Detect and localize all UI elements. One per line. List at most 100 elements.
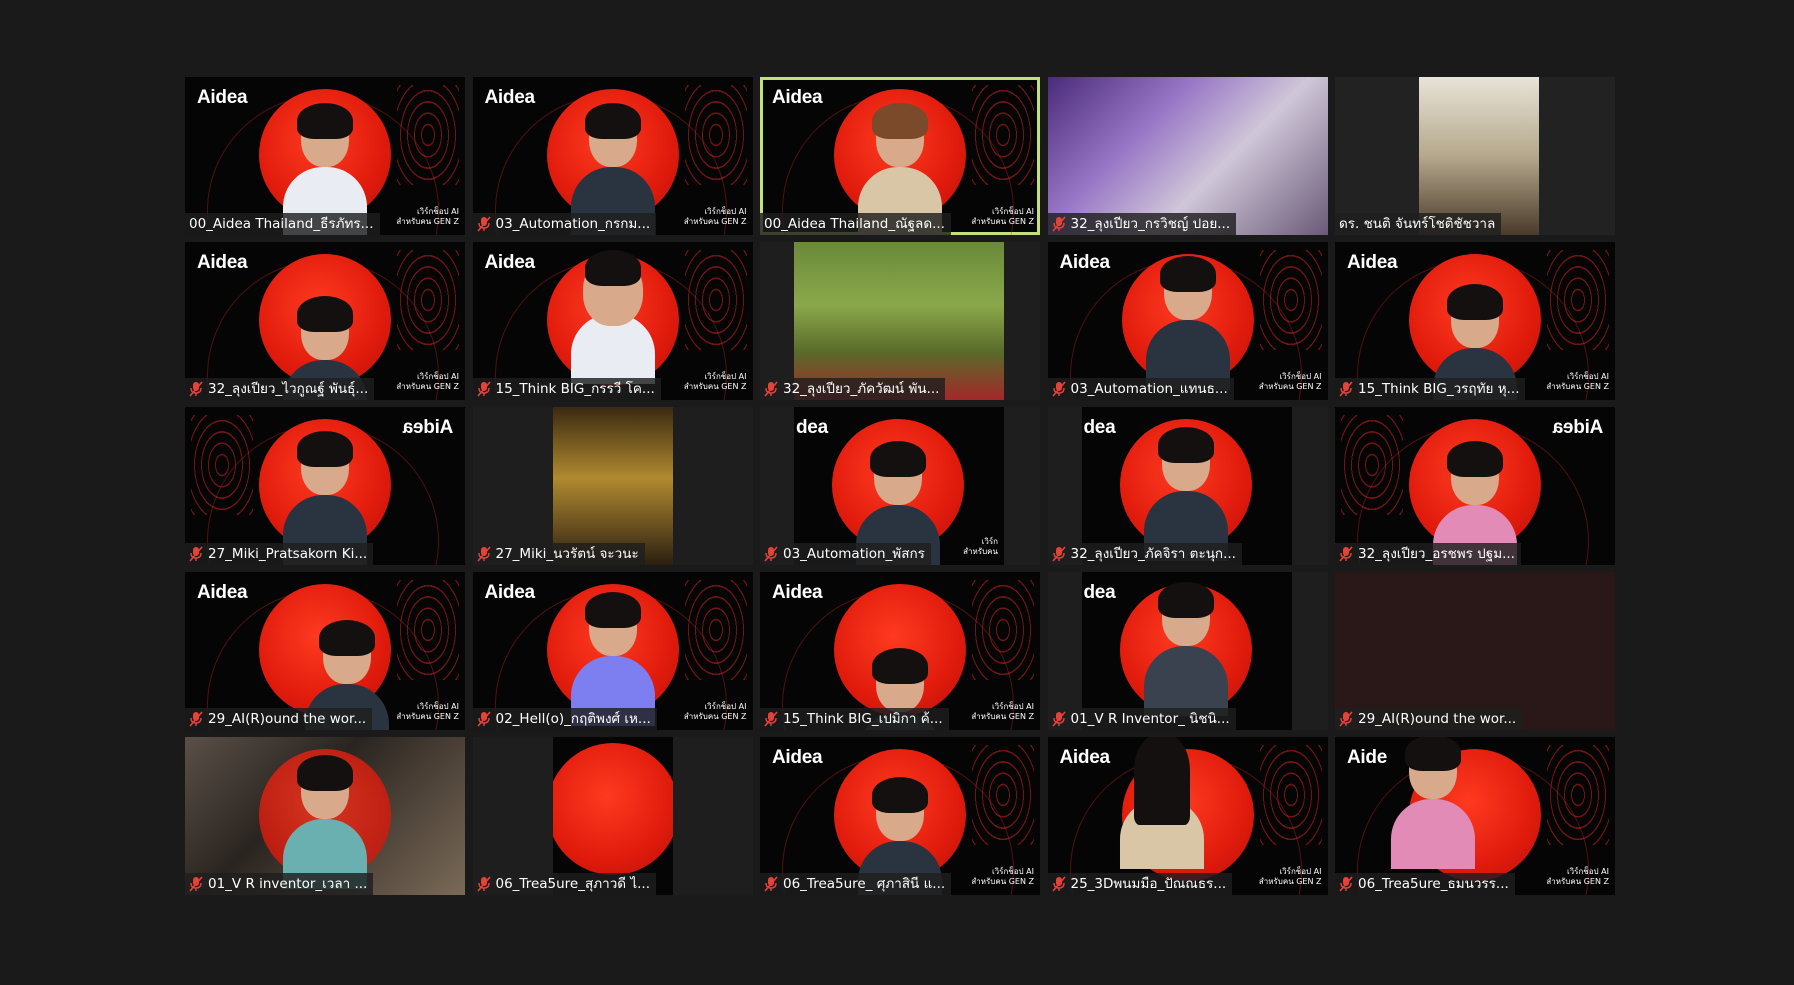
background-tagline: เวิร์กช็อป AI สำหรับคน GEN Z (683, 207, 747, 226)
participant-video (1145, 256, 1230, 390)
muted-microphone-icon (1052, 711, 1066, 727)
participant-tile[interactable]: Aidea เวิร์กช็อป AI สำหรับคน GEN Z 15_Thi… (472, 242, 753, 400)
muted-microphone-icon (1339, 711, 1353, 727)
participant-name-label: 29_AI(R)ound the wor... (1335, 708, 1523, 730)
aidea-logo: Aidea (197, 87, 248, 108)
participant-tile[interactable]: Aidea เวิร์กช็อป AI สำหรับคน GEN Z 25_3Dพ… (1047, 737, 1328, 895)
background-tagline: เวิร์กช็อป AI สำหรับคน GEN Z (396, 372, 459, 391)
participant-tile[interactable]: 32_ลุงเปียว_ภัควัฒน์ พัน... (760, 242, 1040, 400)
muted-microphone-icon (477, 876, 491, 892)
participant-tile[interactable]: Aidea เวิร์กช็อป AI สำหรับคน GEN Z 00_Aid… (185, 77, 465, 235)
participant-name-label: 03_Automation_กรกม... (472, 213, 657, 235)
participant-tile[interactable]: dea 32_ลุงเปียว_ภัคจิรา ตะนุก... (1047, 407, 1328, 565)
camera-feed: dea เวิร์ก สำหรับคน (794, 407, 1004, 565)
background-tagline: เวิร์กช็อป AI สำหรับคน GEN Z (683, 702, 747, 721)
participant-name-label: 32_ลุงเปียว_ภัคจิรา ตะนุก... (1047, 543, 1242, 565)
muted-microphone-icon (189, 711, 203, 727)
muted-microphone-icon (764, 381, 778, 397)
participant-name-label: 32_ลุงเปียว_ไวกูณฐ์ พันธุ์... (185, 378, 375, 400)
participant-video (1143, 582, 1228, 716)
participant-name-label: 01_V R Inventor_ นิชนิ... (1047, 708, 1236, 730)
muted-microphone-icon (189, 381, 203, 397)
participant-name-label: 01_V R inventor_เวลา ... (185, 873, 374, 895)
participant-name-label: 32_ลุงเปียว_กรวิชญ์ ปอย... (1047, 213, 1237, 235)
participant-name-label: 27_Miki_นวรัตน์ จะวนะ (472, 543, 645, 565)
aidea-logo: Aidea (1059, 747, 1111, 768)
participant-name-label: 06_Trea5ure_ ศุภาสินี แ... (760, 873, 952, 895)
background-rings (972, 745, 1034, 845)
participant-tile[interactable]: dea เวิร์ก สำหรับคน 03_Automation_พัสกร (760, 407, 1040, 565)
background-rings (1259, 745, 1322, 845)
background-tagline: เวิร์กช็อป AI สำหรับคน GEN Z (683, 372, 747, 391)
participant-tile[interactable]: Aidea เวิร์กช็อป AI สำหรับคน GEN Z 32_ลุง… (185, 242, 465, 400)
participant-tile[interactable]: dea 01_V R Inventor_ นิชนิ... (1047, 572, 1328, 730)
participant-tile[interactable]: Aidea 27_Miki_Pratsakorn Ki... (185, 407, 465, 565)
gallery-view-grid: Aidea เวิร์กช็อป AI สำหรับคน GEN Z 00_Aid… (185, 77, 1615, 895)
participant-name-label: 32_ลุงเปียว_ภัควัฒน์ พัน... (760, 378, 946, 400)
muted-microphone-icon (1339, 546, 1353, 562)
participant-tile[interactable]: Aidea เวิร์กช็อป AI สำหรับคน GEN Z 03_Aut… (472, 77, 753, 235)
participant-name-label: 06_Trea5ure_สุภาวดี ไ... (472, 873, 656, 895)
background-rings (1547, 745, 1609, 845)
participant-tile-active-speaker[interactable]: Aidea เวิร์กช็อป AI สำหรับคน GEN Z 00_Aid… (760, 77, 1040, 235)
background-rings (684, 580, 747, 680)
aidea-logo: Aidea (197, 252, 248, 273)
participant-tile[interactable]: 27_Miki_นวรัตน์ จะวนะ (472, 407, 753, 565)
background-tagline: เวิร์กช็อป AI สำหรับคน GEN Z (971, 702, 1034, 721)
participant-name-label: 00_Aidea Thailand_ณัฐลด... (760, 213, 951, 235)
muted-microphone-icon (1052, 546, 1066, 562)
background-tagline: เวิร์กช็อป AI สำหรับคน GEN Z (396, 207, 459, 226)
aidea-logo: Aidea (402, 417, 453, 438)
participant-tile[interactable]: 01_V R inventor_เวลา ... (185, 737, 465, 895)
participant-tile[interactable]: 32_ลุงเปียว_กรวิชญ์ ปอย... (1047, 77, 1328, 235)
participant-tile[interactable]: Aidea เวิร์กช็อป AI สำหรับคน GEN Z 15_Thi… (760, 572, 1040, 730)
participant-tile[interactable]: Aidea เวิร์กช็อป AI สำหรับคน GEN Z 03_Aut… (1047, 242, 1328, 400)
background-tagline: เวิร์กช็อป AI สำหรับคน GEN Z (1258, 372, 1322, 391)
muted-microphone-icon (1052, 216, 1066, 232)
background-red-circle (552, 743, 673, 875)
participant-tile[interactable]: Aidea เวิร์กช็อป AI สำหรับคน GEN Z 02_Hel… (472, 572, 753, 730)
background-rings (972, 85, 1034, 185)
background-rings (397, 250, 459, 350)
camera-feed (1047, 77, 1328, 235)
participant-tile[interactable]: Aidea เวิร์กช็อป AI สำหรับคน GEN Z 15_Thi… (1335, 242, 1615, 400)
participant-tile[interactable]: Aidea 32_ลุงเปียว_อรชพร ปฐม... (1335, 407, 1615, 565)
participant-name-label: 02_Hell(o)_กฤติพงศ์ เห... (472, 708, 657, 730)
muted-microphone-icon (1052, 876, 1066, 892)
aidea-logo: Aidea (484, 87, 536, 108)
participant-video (570, 592, 655, 726)
camera-feed: dea (1081, 572, 1292, 730)
camera-feed (552, 407, 673, 565)
muted-microphone-icon (189, 876, 203, 892)
aidea-logo: Aidea (1552, 417, 1603, 438)
participant-tile[interactable]: Aidea เวิร์กช็อป AI สำหรับคน GEN Z 29_AI(… (185, 572, 465, 730)
participant-name-label: 25_3Dพนมมือ_ปัณณธร... (1047, 873, 1233, 895)
participant-video (570, 250, 655, 384)
participant-name-label: 03_Automation_พัสกร (760, 543, 931, 565)
muted-microphone-icon (1052, 381, 1066, 397)
muted-microphone-icon (1339, 876, 1353, 892)
participant-tile[interactable]: ดร. ชนติ จันทร์โชติชัชวาล (1335, 77, 1615, 235)
aidea-logo: dea (1083, 582, 1116, 603)
background-rings (1341, 415, 1403, 515)
participant-name-label: 00_Aidea Thailand_ธีรภัทร... (185, 213, 380, 235)
participant-name-label: 06_Trea5ure_ธมนวรร... (1335, 873, 1515, 895)
background-rings (397, 85, 459, 185)
participant-name-label: 15_Think BIG_เปมิกา ค้... (760, 708, 949, 730)
muted-microphone-icon (764, 711, 778, 727)
participant-video (1143, 427, 1228, 561)
camera-feed (552, 737, 673, 895)
participant-video (1391, 737, 1475, 869)
aidea-logo: dea (796, 417, 828, 438)
participant-tile[interactable]: Aide เวิร์กช็อป AI สำหรับคน GEN Z 06_Trea… (1335, 737, 1615, 895)
participant-tile[interactable]: 29_AI(R)ound the wor... (1335, 572, 1615, 730)
aidea-logo: Aidea (1347, 252, 1398, 273)
muted-microphone-icon (1339, 381, 1353, 397)
background-tagline: เวิร์ก สำหรับคน (963, 537, 998, 556)
background-rings (397, 580, 459, 680)
participant-tile[interactable]: 06_Trea5ure_สุภาวดี ไ... (472, 737, 753, 895)
background-tagline: เวิร์กช็อป AI สำหรับคน GEN Z (1546, 867, 1609, 886)
background-rings (684, 250, 747, 350)
participant-tile[interactable]: Aidea เวิร์กช็อป AI สำหรับคน GEN Z 06_Tre… (760, 737, 1040, 895)
camera-feed (1419, 77, 1539, 235)
